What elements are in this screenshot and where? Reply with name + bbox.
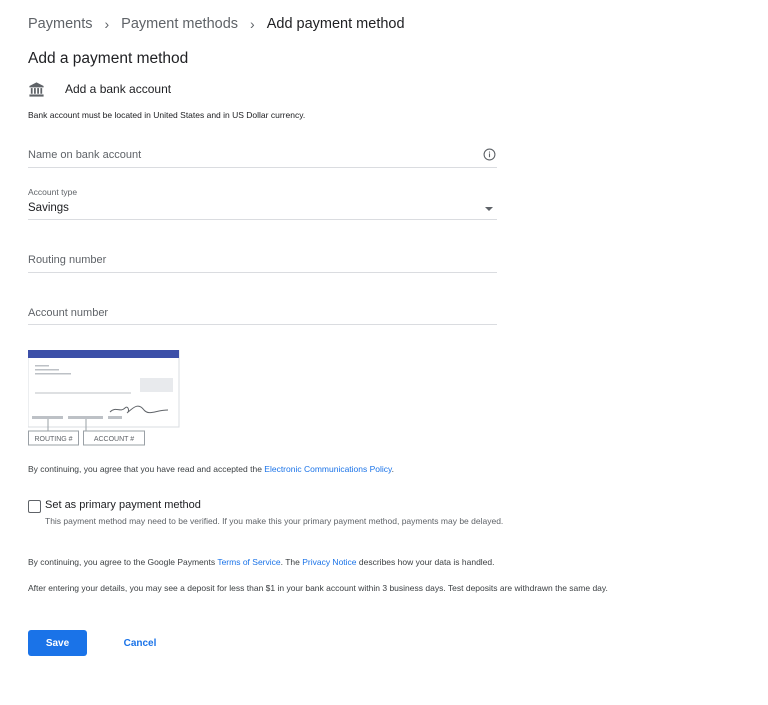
location-note: Bank account must be located in United S…: [28, 110, 306, 120]
info-icon[interactable]: [483, 148, 496, 161]
name-on-account-field[interactable]: Name on bank account: [28, 143, 497, 168]
routing-check-label: ROUTING #: [34, 436, 72, 443]
primary-payment-description: This payment method may need to be verif…: [45, 516, 504, 526]
account-number-placeholder: Account number: [28, 307, 109, 319]
page-title: Add a payment method: [28, 50, 189, 67]
breadcrumb-separator: ›: [104, 16, 110, 32]
routing-number-placeholder: Routing number: [28, 254, 107, 266]
terms-consent: By continuing, you agree to the Google P…: [28, 557, 495, 567]
cancel-button[interactable]: Cancel: [112, 630, 168, 656]
consent2-text-middle: . The: [280, 557, 303, 567]
account-number-field[interactable]: Account number: [28, 301, 497, 325]
check-illustration: ROUTING # ACCOUNT #: [28, 350, 180, 446]
routing-number-field[interactable]: Routing number: [28, 248, 497, 273]
terms-of-service-link[interactable]: Terms of Service: [217, 557, 280, 567]
consent1-end: .: [391, 464, 395, 474]
primary-payment-label[interactable]: Set as primary payment method: [45, 499, 201, 511]
breadcrumb-payments[interactable]: Payments: [28, 16, 92, 32]
account-type-select[interactable]: Account type Savings: [28, 187, 497, 220]
breadcrumb-payment-methods[interactable]: Payment methods: [121, 16, 238, 32]
dropdown-arrow-icon: [485, 207, 493, 211]
account-check-label: ACCOUNT #: [94, 436, 134, 443]
breadcrumb: Payments › Payment methods › Add payment…: [28, 14, 405, 34]
account-type-label: Account type: [28, 187, 78, 197]
primary-payment-checkbox[interactable]: [28, 500, 41, 513]
account-type-value: Savings: [28, 202, 69, 214]
communications-consent: By continuing, you agree that you have r…: [28, 464, 394, 474]
breadcrumb-separator: ›: [250, 16, 255, 32]
bank-icon: [29, 81, 44, 97]
deposit-note: After entering your details, you may see…: [28, 583, 608, 593]
consent2-text-before: By continuing, you agree to the Google P…: [28, 557, 218, 567]
save-button[interactable]: Save: [28, 630, 87, 656]
consent2-text-after: describes how your data is handled.: [356, 557, 495, 567]
breadcrumb-add-payment-method: Add payment method: [266, 16, 405, 32]
consent1-text: By continuing, you agree that you have r…: [28, 464, 265, 474]
electronic-communications-link[interactable]: Electronic Communications Policy: [264, 464, 391, 474]
name-on-account-placeholder: Name on bank account: [28, 149, 142, 161]
privacy-notice-link[interactable]: Privacy Notice: [302, 557, 356, 567]
section-label: Add a bank account: [65, 82, 172, 96]
section-header: Add a bank account: [28, 79, 171, 99]
